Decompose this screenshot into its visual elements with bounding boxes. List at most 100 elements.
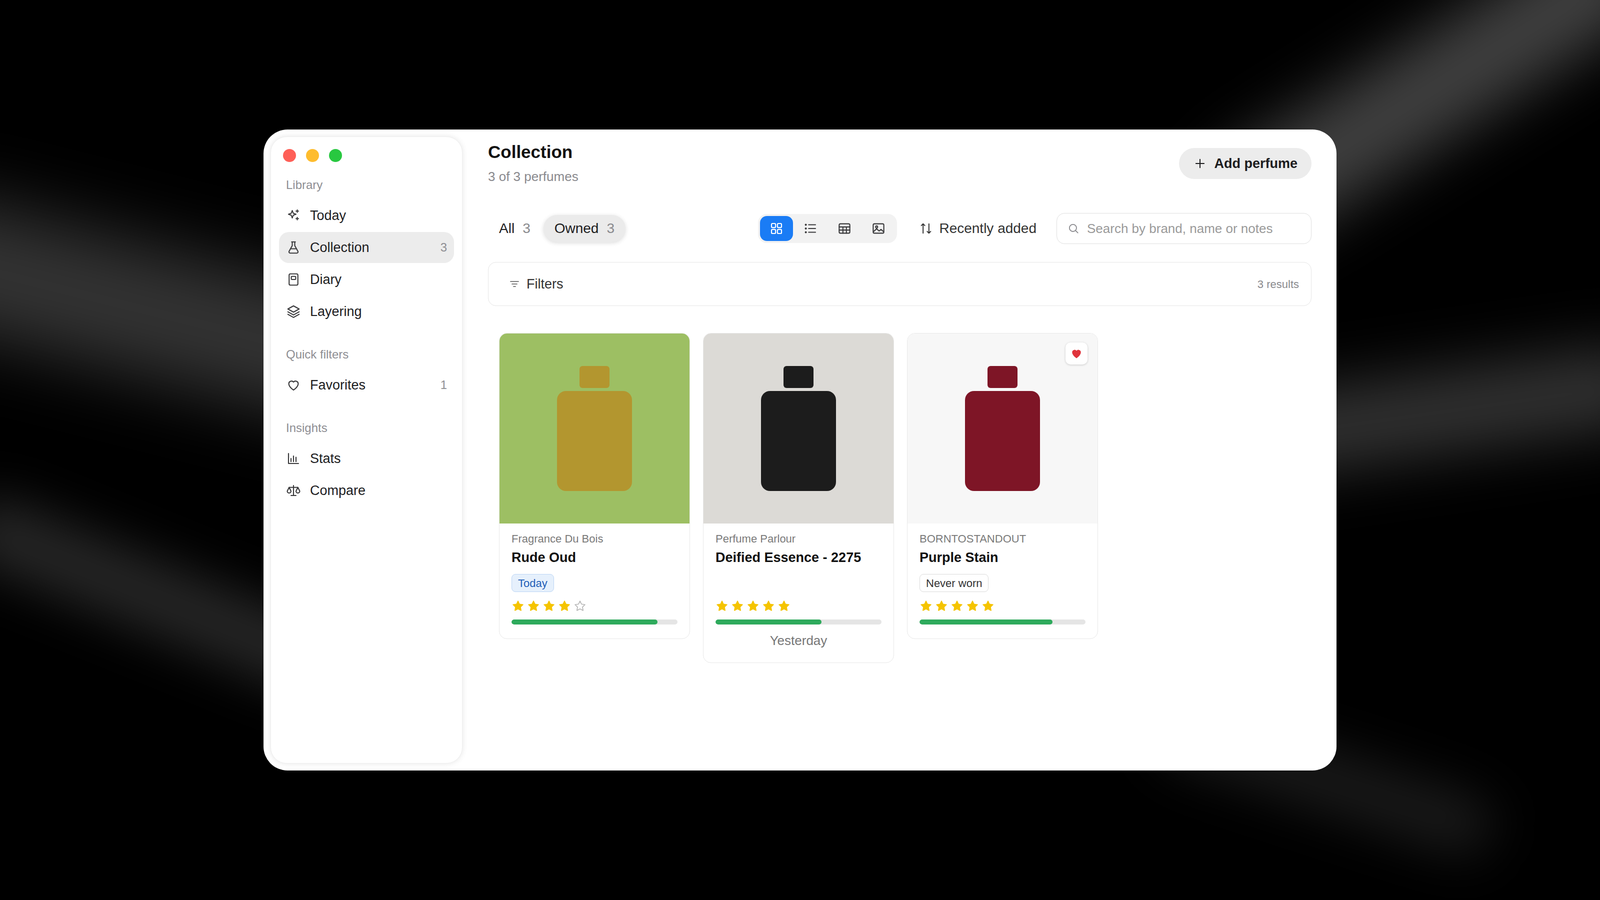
last-worn: Yesterday	[715, 632, 882, 649]
notebook-icon	[286, 272, 301, 287]
app-window: LibraryTodayCollection3DiaryLayeringQuic…	[263, 129, 1337, 771]
sidebar-item[interactable]: Layering	[279, 296, 454, 327]
item-count: 1	[440, 376, 447, 394]
heart-icon	[286, 377, 301, 393]
plus-icon	[1193, 156, 1207, 171]
card-body: Perfume ParlourDeified Essence - 2275Yes…	[703, 523, 894, 663]
progress-track	[919, 619, 1086, 625]
add-perfume-button[interactable]: Add perfume	[1179, 148, 1312, 179]
bottle-cap	[783, 366, 814, 388]
view-mode-button[interactable]	[862, 216, 895, 241]
sidebar-list: TodayCollection3 Diary Layering	[279, 200, 454, 327]
sidebar-item[interactable]: Diary	[279, 264, 454, 295]
page-title: Collection	[488, 141, 579, 163]
card-grid: Fragrance Du BoisRude OudTodayPerfume Pa…	[488, 333, 1312, 663]
sidebar-item[interactable]: Collection3	[279, 232, 454, 263]
perfume-photo	[703, 333, 894, 524]
sidebar-list: Favorites 1	[279, 369, 454, 401]
progress-fill	[511, 619, 658, 625]
card-name: Purple Stain	[919, 549, 1086, 566]
scale-icon	[286, 483, 301, 498]
star-icon	[777, 599, 791, 613]
sidebar-item[interactable]: Favorites 1	[279, 369, 454, 401]
sidebar-label: Diary	[310, 269, 342, 290]
status-badge: Never worn	[919, 574, 989, 592]
bottle	[557, 391, 632, 491]
toolbar: All3 Owned 3 Recently added	[488, 213, 1312, 244]
sidebar-label: Favorites	[310, 375, 366, 396]
table-icon	[837, 221, 852, 236]
main-panel: Collection3 of 3 perfumesAdd perfumeAll3…	[462, 136, 1330, 764]
badge-row: Never worn	[919, 574, 1086, 592]
progress-track	[715, 619, 882, 625]
star-icon	[950, 599, 964, 613]
view-mode-button[interactable]	[794, 216, 827, 241]
status-badge: Today	[511, 574, 554, 592]
favorite-button[interactable]	[1065, 342, 1088, 365]
search-icon	[1067, 222, 1080, 235]
list-icon	[803, 221, 818, 236]
header: Collection 3 of 3 perfumes Add perfume	[488, 141, 1312, 185]
card-brand: BORNTOSTANDOUT	[919, 532, 1086, 546]
segment-label: Owned	[554, 218, 599, 239]
sort-button[interactable]: Recently added	[919, 218, 1037, 239]
card-body: BORNTOSTANDOUT Purple Stain Never worn	[907, 523, 1098, 639]
filters-bar: Filters3 results	[488, 262, 1312, 306]
filters-label: Filters	[526, 274, 564, 295]
star-icon	[527, 599, 540, 613]
view-mode-button[interactable]	[760, 216, 793, 241]
badge-row: Today	[511, 574, 678, 592]
perfume-card[interactable]: Perfume ParlourDeified Essence - 2275Yes…	[703, 333, 894, 663]
sidebar-item[interactable]: Today	[279, 200, 454, 231]
segment[interactable]: Owned 3	[543, 215, 626, 242]
sidebar-item[interactable]: Compare	[279, 475, 454, 506]
search-input[interactable]	[1087, 219, 1301, 239]
view-mode-button[interactable]	[828, 216, 861, 241]
sidebar-label: Collection	[310, 237, 370, 258]
segment-count: 3	[606, 218, 615, 239]
section-heading: Quick filters	[279, 347, 454, 362]
segment-label: All	[499, 218, 515, 239]
star-icon	[511, 599, 525, 613]
badge-row	[715, 574, 882, 592]
filter-icon	[508, 278, 521, 290]
perfume-photo	[499, 333, 690, 524]
card-name: Deified Essence - 2275	[715, 549, 882, 566]
sidebar-section: Insights Stats Compare	[279, 420, 454, 506]
image-icon	[871, 221, 886, 236]
zoom-button[interactable]	[329, 149, 342, 162]
perfume-card[interactable]: BORNTOSTANDOUT Purple Stain Never worn	[907, 333, 1098, 639]
button-label: Add perfume	[1214, 153, 1298, 174]
bottle	[965, 391, 1040, 491]
minimize-button[interactable]	[306, 149, 319, 162]
filters-button[interactable]: Filters	[508, 274, 564, 295]
bottle	[761, 391, 836, 491]
sidebar-item[interactable]: Stats	[279, 443, 454, 474]
star-icon	[966, 599, 979, 613]
sidebar-list: Stats Compare	[279, 443, 454, 506]
segment[interactable]: All3	[488, 215, 542, 242]
star-icon	[558, 599, 571, 613]
star-icon	[981, 599, 995, 613]
progress-fill	[919, 619, 1053, 625]
search-field[interactable]	[1056, 213, 1312, 244]
sidebar-section: LibraryTodayCollection3DiaryLayering	[279, 177, 454, 327]
flask-icon	[286, 240, 301, 255]
star-icon	[542, 599, 556, 613]
section-heading: Insights	[279, 420, 454, 436]
close-button[interactable]	[283, 149, 296, 162]
perfume-card[interactable]: Fragrance Du BoisRude OudToday	[499, 333, 690, 639]
window-controls	[279, 149, 454, 162]
heart-icon	[1069, 346, 1084, 361]
star-icon	[573, 599, 587, 613]
card-body: Fragrance Du BoisRude OudToday	[499, 523, 690, 639]
star-icon	[746, 599, 760, 613]
star-rating	[919, 599, 1086, 613]
sort-label: Recently added	[939, 218, 1037, 239]
star-icon	[919, 599, 933, 613]
sidebar-label: Stats	[310, 448, 341, 469]
segmented-control: All3 Owned 3	[488, 215, 626, 242]
page-subtitle: 3 of 3 perfumes	[488, 168, 579, 185]
star-rating	[715, 599, 882, 613]
sidebar: LibraryTodayCollection3DiaryLayeringQuic…	[270, 136, 463, 764]
